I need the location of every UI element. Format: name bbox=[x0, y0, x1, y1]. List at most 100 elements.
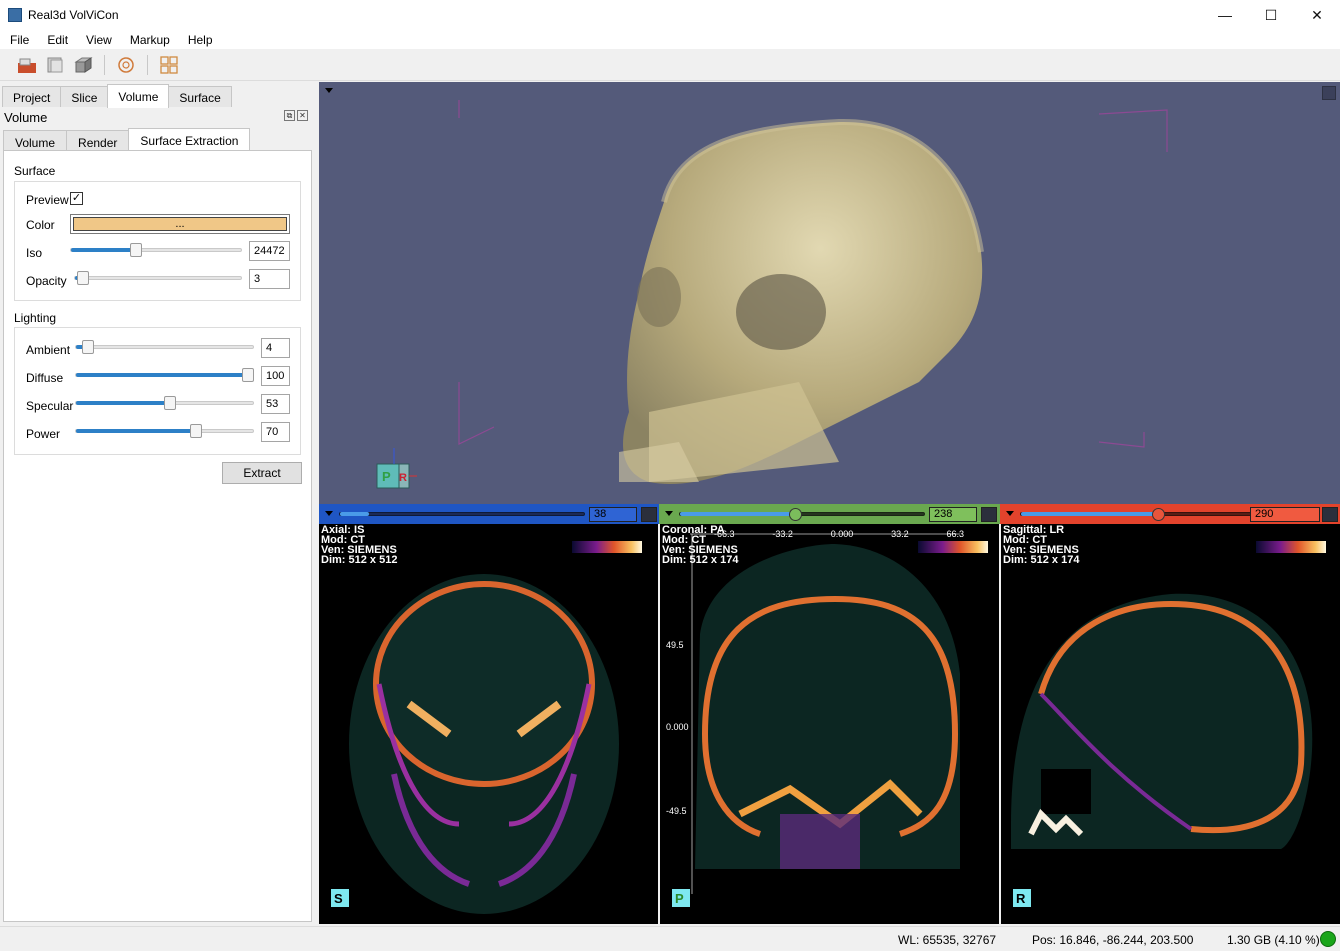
ambient-slider[interactable] bbox=[75, 340, 254, 354]
ruler-tick: 0.000 bbox=[666, 722, 689, 732]
color-label: Color bbox=[26, 218, 55, 232]
sagittal-maximize-button[interactable] bbox=[1322, 507, 1338, 522]
coronal-maximize-button[interactable] bbox=[981, 507, 997, 522]
tab-slice[interactable]: Slice bbox=[60, 86, 109, 107]
specular-slider[interactable] bbox=[75, 396, 254, 410]
ruler-tick: 66.3 bbox=[946, 529, 964, 539]
power-spinbox[interactable]: 70 bbox=[261, 422, 290, 442]
tab-surface[interactable]: Surface bbox=[168, 86, 232, 107]
dock-title: Volume ⧉ ✕ bbox=[0, 107, 314, 127]
window-title: Real3d VolViCon bbox=[28, 8, 119, 22]
minimize-button[interactable]: — bbox=[1202, 0, 1248, 30]
menu-help[interactable]: Help bbox=[178, 33, 221, 47]
subtab-render[interactable]: Render bbox=[66, 130, 130, 151]
settings-wheel-icon[interactable] bbox=[115, 54, 137, 76]
coronal-view[interactable]: P -66.3 -33.2 0.000 33.2 66.3 49.5 0.000… bbox=[660, 524, 999, 924]
window-level-status: WL: 65535, 32767 bbox=[898, 933, 997, 947]
menu-bar: File Edit View Markup Help bbox=[0, 30, 1340, 49]
ambient-slider-handle[interactable] bbox=[82, 340, 95, 354]
opacity-label: Opacity bbox=[26, 274, 67, 288]
sagittal-info-line: Dim: 512 x 174 bbox=[1003, 554, 1080, 566]
menu-markup[interactable]: Markup bbox=[120, 33, 178, 47]
sagittal-menu-icon[interactable] bbox=[1006, 511, 1014, 516]
opacity-slider-handle[interactable] bbox=[77, 271, 90, 285]
open-project-icon[interactable] bbox=[16, 54, 38, 76]
diffuse-slider-handle[interactable] bbox=[241, 368, 254, 382]
axial-info: Axial: IS Mod: CT Ven: SIEMENS Dim: 512 … bbox=[321, 525, 398, 566]
coronal-info: Coronal: PA Mod: CT Ven: SIEMENS Dim: 51… bbox=[662, 525, 739, 566]
coronal-info-line: Dim: 512 x 174 bbox=[662, 554, 739, 566]
axial-slice-number[interactable]: 38 bbox=[589, 507, 637, 522]
sagittal-slice-number[interactable]: 290 bbox=[1250, 507, 1320, 522]
specular-label: Specular bbox=[26, 399, 74, 413]
coronal-slice-slider[interactable] bbox=[679, 508, 925, 521]
close-button[interactable]: ✕ bbox=[1294, 0, 1340, 30]
extract-button[interactable]: Extract bbox=[222, 462, 302, 484]
sagittal-view[interactable]: R Sagittal: LR Mod: CT Ven: SIEMENS Dim:… bbox=[1001, 524, 1340, 924]
iso-slider[interactable] bbox=[70, 243, 242, 257]
iso-label: Iso bbox=[26, 246, 43, 260]
close-dock-button[interactable]: ✕ bbox=[297, 110, 308, 121]
color-swatch: ... bbox=[73, 217, 287, 231]
lighting-group-label: Lighting bbox=[14, 311, 57, 325]
sagittal-info: Sagittal: LR Mod: CT Ven: SIEMENS Dim: 5… bbox=[1003, 525, 1080, 566]
volume-3d-viewport[interactable]: P R bbox=[319, 82, 1340, 504]
tab-project[interactable]: Project bbox=[2, 86, 62, 107]
coronal-slice-number[interactable]: 238 bbox=[929, 507, 977, 522]
ambient-spinbox[interactable]: 4 bbox=[261, 338, 290, 358]
title-bar: Real3d VolViCon — ☐ ✕ bbox=[0, 0, 1340, 30]
coronal-ruler-top: -66.3 -33.2 0.000 33.2 66.3 bbox=[714, 529, 964, 539]
maximize-button[interactable]: ☐ bbox=[1248, 0, 1294, 30]
status-led-icon bbox=[1320, 931, 1336, 947]
float-dock-button[interactable]: ⧉ bbox=[284, 110, 295, 121]
axial-slice-slider[interactable] bbox=[339, 512, 585, 516]
dock-title-label: Volume bbox=[4, 109, 48, 125]
axial-maximize-button[interactable] bbox=[641, 507, 657, 522]
ruler-tick: -33.2 bbox=[772, 529, 793, 539]
coronal-slider-handle[interactable] bbox=[788, 508, 802, 521]
specular-spinbox[interactable]: 53 bbox=[261, 394, 290, 414]
specular-slider-handle[interactable] bbox=[163, 396, 176, 410]
surface-group-label: Surface bbox=[14, 164, 56, 178]
main-tabs: Project Slice Volume Surface bbox=[2, 84, 232, 108]
power-slider[interactable] bbox=[75, 424, 254, 438]
diffuse-slider[interactable] bbox=[75, 368, 254, 382]
opacity-slider[interactable] bbox=[74, 271, 242, 285]
sagittal-ct-image: R bbox=[1011, 541, 1326, 907]
open-series-icon[interactable] bbox=[72, 54, 94, 76]
menu-view[interactable]: View bbox=[76, 33, 120, 47]
surface-extraction-panel: Surface Preview ✓ Color ... Iso 24472 Op… bbox=[3, 150, 312, 922]
sagittal-orientation-label: R bbox=[1016, 891, 1026, 906]
sagittal-slice-bar: 290 bbox=[1000, 504, 1340, 524]
subtab-volume[interactable]: Volume bbox=[3, 130, 68, 151]
axial-view[interactable]: S Axial: IS Mod: CT Ven: SIEMENS Dim: 51… bbox=[319, 524, 658, 924]
coronal-menu-icon[interactable] bbox=[665, 511, 673, 516]
tab-volume[interactable]: Volume bbox=[107, 84, 170, 108]
menu-file[interactable]: File bbox=[0, 33, 37, 47]
power-label: Power bbox=[26, 427, 61, 441]
iso-spinbox[interactable]: 24472 bbox=[249, 241, 290, 261]
diffuse-label: Diffuse bbox=[26, 371, 64, 385]
opacity-spinbox[interactable]: 3 bbox=[249, 269, 290, 289]
iso-slider-handle[interactable] bbox=[129, 243, 142, 257]
toolbar-separator bbox=[147, 54, 148, 75]
axial-orientation-label: S bbox=[334, 891, 343, 906]
sagittal-slider-fill bbox=[1021, 512, 1158, 516]
surface-color-button[interactable]: ... bbox=[70, 214, 290, 234]
layout-icon[interactable] bbox=[158, 54, 180, 76]
subtab-surface-extraction[interactable]: Surface Extraction bbox=[128, 128, 251, 151]
diffuse-spinbox[interactable]: 100 bbox=[261, 366, 290, 386]
axial-menu-icon[interactable] bbox=[325, 511, 333, 516]
preview-checkbox[interactable]: ✓ bbox=[70, 192, 83, 205]
axial-info-line: Dim: 512 x 512 bbox=[321, 554, 398, 566]
open-volume-icon[interactable] bbox=[44, 54, 66, 76]
sagittal-slider-handle[interactable] bbox=[1152, 508, 1165, 521]
coronal-ct-image: P bbox=[672, 533, 988, 907]
menu-edit[interactable]: Edit bbox=[37, 33, 76, 47]
svg-text:R: R bbox=[399, 472, 407, 484]
axial-ct-image: S bbox=[331, 541, 642, 914]
power-slider-handle[interactable] bbox=[190, 424, 203, 438]
ruler-tick: 49.5 bbox=[666, 640, 684, 650]
ruler-tick: 0.000 bbox=[830, 529, 854, 539]
power-slider-fill bbox=[76, 429, 197, 433]
